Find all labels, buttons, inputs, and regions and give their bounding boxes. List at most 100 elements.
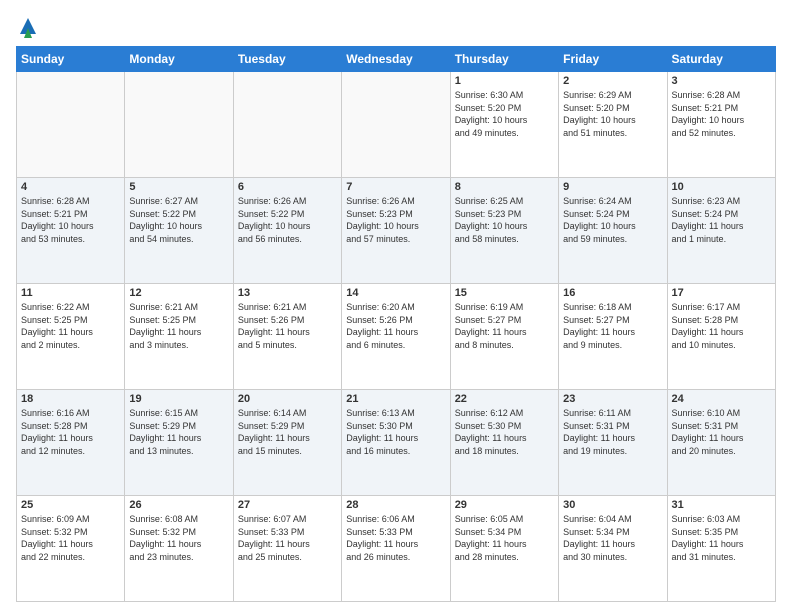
logo <box>16 12 38 38</box>
calendar-cell: 25 Sunrise: 6:09 AM Sunset: 5:32 PM Dayli… <box>17 496 125 602</box>
day-info: Sunrise: 6:28 AM Sunset: 5:21 PM Dayligh… <box>21 195 120 245</box>
calendar-cell: 14Sunrise: 6:20 AM Sunset: 5:26 PM Dayli… <box>342 284 450 390</box>
day-number: 1 <box>455 75 554 87</box>
calendar-cell <box>17 72 125 178</box>
calendar-cell: 31 Sunrise: 6:03 AM Sunset: 5:35 PM Dayli… <box>667 496 775 602</box>
day-info: Sunrise: 6:06 AM Sunset: 5:33 PM Dayligh… <box>346 513 445 563</box>
day-number: 20 <box>238 393 337 405</box>
day-number: 5 <box>129 181 228 193</box>
calendar-day-header: Sunday <box>17 47 125 72</box>
calendar-cell <box>233 72 341 178</box>
day-number: 4 <box>21 181 120 193</box>
day-number: 16 <box>563 287 662 299</box>
logo-icon <box>18 16 38 38</box>
day-number: 29 <box>455 499 554 511</box>
calendar-cell: 20 Sunrise: 6:14 AM Sunset: 5:29 PM Dayli… <box>233 390 341 496</box>
day-info: Sunrise: 6:30 AM Sunset: 5:20 PM Dayligh… <box>455 89 554 139</box>
day-info: Sunrise: 6:19 AM Sunset: 5:27 PM Dayligh… <box>455 301 554 351</box>
calendar-cell: 13 Sunrise: 6:21 AM Sunset: 5:26 PM Dayli… <box>233 284 341 390</box>
day-number: 8 <box>455 181 554 193</box>
day-number: 27 <box>238 499 337 511</box>
calendar-day-header: Friday <box>559 47 667 72</box>
day-info: Sunrise: 6:18 AM Sunset: 5:27 PM Dayligh… <box>563 301 662 351</box>
day-number: 26 <box>129 499 228 511</box>
header <box>16 12 776 38</box>
calendar-cell: 24 Sunrise: 6:10 AM Sunset: 5:31 PM Dayli… <box>667 390 775 496</box>
day-number: 28 <box>346 499 445 511</box>
calendar-week-row: 25 Sunrise: 6:09 AM Sunset: 5:32 PM Dayli… <box>17 496 776 602</box>
day-info: Sunrise: 6:16 AM Sunset: 5:28 PM Dayligh… <box>21 407 120 457</box>
calendar-week-row: 18 Sunrise: 6:16 AM Sunset: 5:28 PM Dayli… <box>17 390 776 496</box>
day-number: 19 <box>129 393 228 405</box>
day-number: 2 <box>563 75 662 87</box>
calendar-day-header: Wednesday <box>342 47 450 72</box>
calendar-cell: 27 Sunrise: 6:07 AM Sunset: 5:33 PM Dayli… <box>233 496 341 602</box>
calendar-cell: 2 Sunrise: 6:29 AM Sunset: 5:20 PM Daylig… <box>559 72 667 178</box>
day-number: 25 <box>21 499 120 511</box>
day-info: Sunrise: 6:23 AM Sunset: 5:24 PM Dayligh… <box>672 195 771 245</box>
calendar-header-row: SundayMondayTuesdayWednesdayThursdayFrid… <box>17 47 776 72</box>
calendar-cell: 28 Sunrise: 6:06 AM Sunset: 5:33 PM Dayli… <box>342 496 450 602</box>
day-info: Sunrise: 6:11 AM Sunset: 5:31 PM Dayligh… <box>563 407 662 457</box>
calendar-day-header: Monday <box>125 47 233 72</box>
day-info: Sunrise: 6:29 AM Sunset: 5:20 PM Dayligh… <box>563 89 662 139</box>
day-number: 24 <box>672 393 771 405</box>
day-number: 22 <box>455 393 554 405</box>
calendar-cell: 8 Sunrise: 6:25 AM Sunset: 5:23 PM Daylig… <box>450 178 558 284</box>
day-number: 30 <box>563 499 662 511</box>
calendar-day-header: Thursday <box>450 47 558 72</box>
day-info: Sunrise: 6:14 AM Sunset: 5:29 PM Dayligh… <box>238 407 337 457</box>
day-info: Sunrise: 6:28 AM Sunset: 5:21 PM Dayligh… <box>672 89 771 139</box>
calendar-cell <box>125 72 233 178</box>
calendar-cell: 26 Sunrise: 6:08 AM Sunset: 5:32 PM Dayli… <box>125 496 233 602</box>
day-info: Sunrise: 6:21 AM Sunset: 5:25 PM Dayligh… <box>129 301 228 351</box>
calendar-table: SundayMondayTuesdayWednesdayThursdayFrid… <box>16 46 776 602</box>
day-number: 3 <box>672 75 771 87</box>
day-number: 15 <box>455 287 554 299</box>
day-number: 21 <box>346 393 445 405</box>
day-number: 31 <box>672 499 771 511</box>
calendar-cell: 5 Sunrise: 6:27 AM Sunset: 5:22 PM Daylig… <box>125 178 233 284</box>
calendar-cell: 10Sunrise: 6:23 AM Sunset: 5:24 PM Dayli… <box>667 178 775 284</box>
calendar-week-row: 1 Sunrise: 6:30 AM Sunset: 5:20 PM Daylig… <box>17 72 776 178</box>
day-number: 6 <box>238 181 337 193</box>
day-info: Sunrise: 6:05 AM Sunset: 5:34 PM Dayligh… <box>455 513 554 563</box>
day-info: Sunrise: 6:24 AM Sunset: 5:24 PM Dayligh… <box>563 195 662 245</box>
calendar-cell: 23Sunrise: 6:11 AM Sunset: 5:31 PM Dayli… <box>559 390 667 496</box>
calendar-cell: 3 Sunrise: 6:28 AM Sunset: 5:21 PM Daylig… <box>667 72 775 178</box>
day-info: Sunrise: 6:07 AM Sunset: 5:33 PM Dayligh… <box>238 513 337 563</box>
day-info: Sunrise: 6:09 AM Sunset: 5:32 PM Dayligh… <box>21 513 120 563</box>
calendar-cell <box>342 72 450 178</box>
day-info: Sunrise: 6:13 AM Sunset: 5:30 PM Dayligh… <box>346 407 445 457</box>
calendar-cell: 1 Sunrise: 6:30 AM Sunset: 5:20 PM Daylig… <box>450 72 558 178</box>
calendar-cell: 7 Sunrise: 6:26 AM Sunset: 5:23 PM Daylig… <box>342 178 450 284</box>
day-number: 14 <box>346 287 445 299</box>
day-info: Sunrise: 6:25 AM Sunset: 5:23 PM Dayligh… <box>455 195 554 245</box>
day-number: 11 <box>21 287 120 299</box>
day-info: Sunrise: 6:27 AM Sunset: 5:22 PM Dayligh… <box>129 195 228 245</box>
day-info: Sunrise: 6:26 AM Sunset: 5:23 PM Dayligh… <box>346 195 445 245</box>
day-info: Sunrise: 6:03 AM Sunset: 5:35 PM Dayligh… <box>672 513 771 563</box>
day-info: Sunrise: 6:12 AM Sunset: 5:30 PM Dayligh… <box>455 407 554 457</box>
calendar-day-header: Saturday <box>667 47 775 72</box>
calendar-cell: 22 Sunrise: 6:12 AM Sunset: 5:30 PM Dayli… <box>450 390 558 496</box>
day-info: Sunrise: 6:04 AM Sunset: 5:34 PM Dayligh… <box>563 513 662 563</box>
day-number: 12 <box>129 287 228 299</box>
calendar-week-row: 11 Sunrise: 6:22 AM Sunset: 5:25 PM Dayli… <box>17 284 776 390</box>
calendar-cell: 12 Sunrise: 6:21 AM Sunset: 5:25 PM Dayli… <box>125 284 233 390</box>
calendar-cell: 30 Sunrise: 6:04 AM Sunset: 5:34 PM Dayli… <box>559 496 667 602</box>
calendar-cell: 4 Sunrise: 6:28 AM Sunset: 5:21 PM Daylig… <box>17 178 125 284</box>
calendar-cell: 29 Sunrise: 6:05 AM Sunset: 5:34 PM Dayli… <box>450 496 558 602</box>
calendar-cell: 16 Sunrise: 6:18 AM Sunset: 5:27 PM Dayli… <box>559 284 667 390</box>
calendar-cell: 19Sunrise: 6:15 AM Sunset: 5:29 PM Dayli… <box>125 390 233 496</box>
day-number: 7 <box>346 181 445 193</box>
day-number: 13 <box>238 287 337 299</box>
day-info: Sunrise: 6:10 AM Sunset: 5:31 PM Dayligh… <box>672 407 771 457</box>
day-info: Sunrise: 6:08 AM Sunset: 5:32 PM Dayligh… <box>129 513 228 563</box>
day-info: Sunrise: 6:21 AM Sunset: 5:26 PM Dayligh… <box>238 301 337 351</box>
day-info: Sunrise: 6:22 AM Sunset: 5:25 PM Dayligh… <box>21 301 120 351</box>
day-number: 9 <box>563 181 662 193</box>
day-info: Sunrise: 6:17 AM Sunset: 5:28 PM Dayligh… <box>672 301 771 351</box>
page: SundayMondayTuesdayWednesdayThursdayFrid… <box>0 0 792 612</box>
day-number: 18 <box>21 393 120 405</box>
